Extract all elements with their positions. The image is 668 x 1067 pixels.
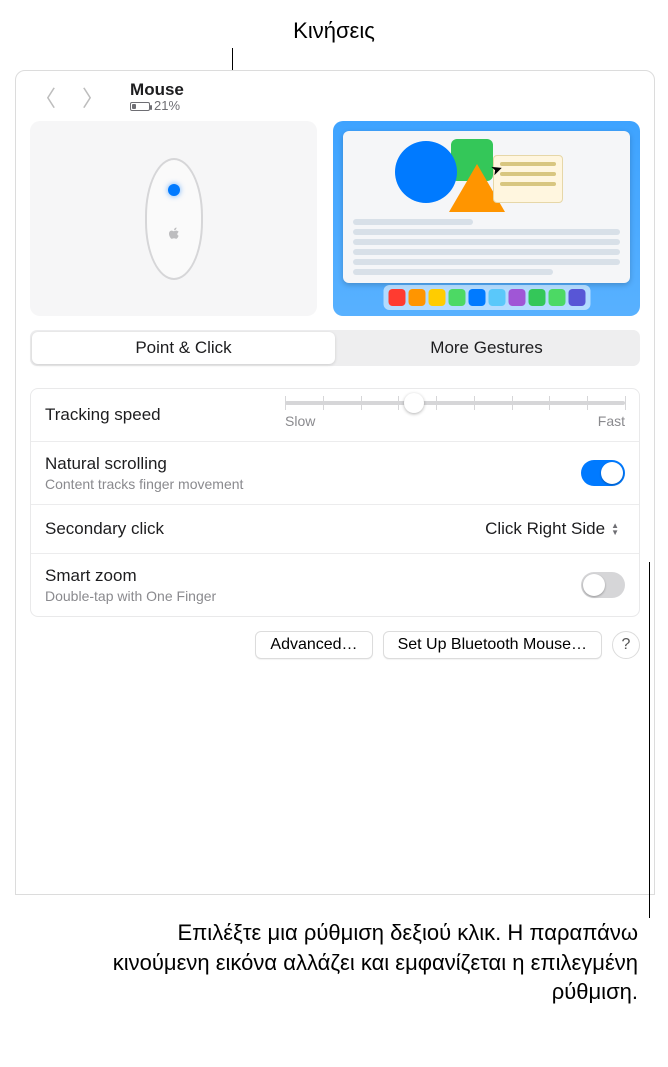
help-button[interactable]: ?: [612, 631, 640, 659]
secondary-click-label: Secondary click: [45, 519, 164, 539]
smart-zoom-sub: Double-tap with One Finger: [45, 588, 216, 604]
mouse-settings-panel: 〈 〉 Mouse 21%: [15, 70, 655, 895]
tab-more-gestures[interactable]: More Gestures: [335, 332, 638, 364]
natural-scrolling-sub: Content tracks finger movement: [45, 476, 243, 492]
titlebar: 〈 〉 Mouse 21%: [16, 71, 654, 121]
slider-fast-label: Fast: [598, 413, 625, 429]
callout-secondary-click-text: Επιλέξτε μια ρύθμιση δεξιού κλικ. Η παρα…: [80, 918, 638, 1007]
battery-icon: [130, 102, 150, 111]
tab-segmented-control: Point & Click More Gestures: [30, 330, 640, 366]
advanced-button[interactable]: Advanced…: [255, 631, 372, 659]
apple-logo-icon: [168, 227, 180, 244]
row-tracking-speed: Tracking speed Slow Fast: [31, 389, 639, 441]
smart-zoom-label: Smart zoom: [45, 566, 216, 586]
tracking-speed-label: Tracking speed: [45, 405, 161, 425]
row-smart-zoom: Smart zoom Double-tap with One Finger: [31, 553, 639, 616]
nav-forward-icon[interactable]: 〉: [82, 81, 104, 113]
tab-point-and-click[interactable]: Point & Click: [32, 332, 335, 364]
row-natural-scrolling: Natural scrolling Content tracks finger …: [31, 441, 639, 504]
mouse-illustration: [30, 121, 317, 316]
secondary-click-value: Click Right Side: [485, 519, 605, 539]
smart-zoom-toggle[interactable]: [581, 572, 625, 598]
natural-scrolling-label: Natural scrolling: [45, 454, 243, 474]
row-secondary-click: Secondary click Click Right Side ▲▼: [31, 504, 639, 553]
updown-chevron-icon: ▲▼: [611, 522, 619, 536]
setup-bluetooth-button[interactable]: Set Up Bluetooth Mouse…: [383, 631, 602, 659]
callout-gestures-label: Κινήσεις: [293, 18, 375, 44]
gesture-animation-preview: ➤: [333, 121, 640, 316]
dock-preview: [383, 285, 590, 310]
settings-list: Tracking speed Slow Fast Natural scrolli…: [30, 388, 640, 617]
battery-percent: 21%: [154, 99, 180, 114]
page-title: Mouse: [130, 80, 184, 100]
tracking-speed-slider[interactable]: Slow Fast: [285, 401, 625, 429]
callout-line: [649, 562, 650, 918]
mouse-touch-indicator: [168, 184, 180, 196]
secondary-click-popup[interactable]: Click Right Side ▲▼: [475, 517, 625, 541]
natural-scrolling-toggle[interactable]: [581, 460, 625, 486]
slider-slow-label: Slow: [285, 413, 315, 429]
nav-back-icon[interactable]: 〈: [34, 81, 56, 113]
